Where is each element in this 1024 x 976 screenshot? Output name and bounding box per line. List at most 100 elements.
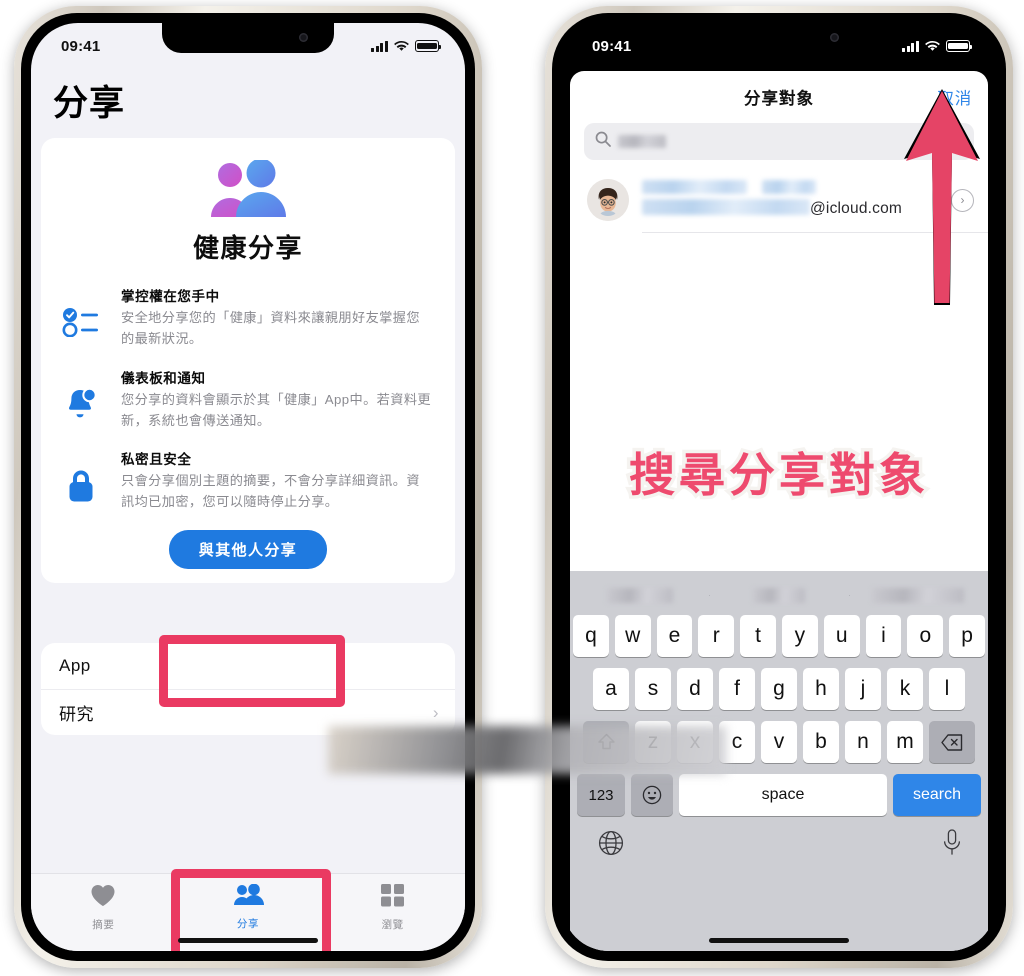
feature-item: 掌控權在您手中 安全地分享您的「健康」資料來讓親朋好友掌握您的最新狀況。 (41, 285, 455, 350)
status-time: 09:41 (61, 37, 101, 55)
search-return-key[interactable]: search (893, 774, 981, 816)
key-b[interactable]: b (803, 721, 839, 763)
key-u[interactable]: u (823, 615, 860, 657)
key-f[interactable]: f (719, 668, 755, 710)
feature-heading: 私密且安全 (121, 452, 192, 468)
list-item-label: 研究 (59, 705, 94, 724)
suggestion-redacted (752, 587, 805, 603)
key-l[interactable]: l (929, 668, 965, 710)
redaction-blur-band (328, 726, 726, 774)
notch (693, 23, 865, 53)
home-indicator (709, 938, 849, 943)
keyboard-row-2: asdfghjkl (570, 668, 988, 710)
settings-list: App 研究 › (41, 643, 455, 735)
suggestion-item[interactable] (709, 587, 848, 603)
front-camera (299, 33, 308, 42)
lock-icon (55, 448, 107, 513)
key-s[interactable]: s (635, 668, 671, 710)
key-y[interactable]: y (782, 615, 818, 657)
left-phone-bezel: 09:41 分享 健康分享 掌控權在您手中 安全地分享您的「健康」資料來讓親朋好… (21, 13, 475, 961)
feature-body: 只會分享個別主題的摘要，不會分享詳細資訊。資訊均已加密，您可以隨時停止分享。 (121, 473, 420, 510)
page-title: 分享 (53, 84, 126, 123)
key-p[interactable]: p (949, 615, 985, 657)
feature-body: 您分享的資料會顯示於其「健康」App中。若資料更新，系統也會傳送通知。 (121, 391, 431, 428)
key-w[interactable]: w (614, 615, 651, 657)
list-item-label: App (59, 656, 91, 675)
key-g[interactable]: g (761, 668, 797, 710)
tab-browse[interactable]: 瀏覽 (320, 884, 465, 932)
tab-label: 分享 (236, 918, 260, 930)
contact-name-redacted-2 (762, 180, 816, 194)
bell-badge-icon (55, 367, 107, 432)
two-people-icon (232, 883, 264, 911)
checklist-icon (55, 285, 107, 350)
key-v[interactable]: v (761, 721, 797, 763)
annotation-text: 搜尋分享對象 (626, 446, 929, 505)
key-d[interactable]: d (677, 668, 713, 710)
hero-people-illustration (41, 160, 455, 220)
search-query-redacted (618, 135, 666, 148)
feature-body: 安全地分享您的「健康」資料來讓親朋好友掌握您的最新狀況。 (121, 310, 420, 346)
status-indicators (371, 40, 441, 52)
tab-label: 摘要 (92, 919, 115, 931)
globe-icon[interactable] (598, 830, 624, 861)
suggestion-bar (570, 575, 988, 615)
suggestion-redacted (872, 587, 965, 603)
health-sharing-card: 健康分享 掌控權在您手中 安全地分享您的「健康」資料來讓親朋好友掌握您的最新狀況… (41, 138, 455, 584)
list-item-app[interactable]: App (41, 643, 455, 689)
grid-icon (380, 884, 405, 912)
feature-item: 儀表板和通知 您分享的資料會顯示於其「健康」App中。若資料更新，系統也會傳送通… (41, 367, 455, 432)
contact-email-domain: @icloud.com (810, 200, 903, 217)
key-a[interactable]: a (593, 668, 629, 710)
tab-summary[interactable]: 摘要 (31, 884, 176, 932)
home-indicator (178, 938, 318, 943)
keyboard-bottom-bar (570, 827, 988, 861)
status-time: 09:41 (592, 37, 632, 55)
key-i[interactable]: i (865, 615, 902, 657)
left-phone-screen: 09:41 分享 健康分享 掌控權在您手中 安全地分享您的「健康」資料來讓親朋好… (31, 23, 465, 951)
heart-icon (90, 884, 116, 912)
feature-heading: 儀表板和通知 (121, 370, 206, 386)
key-k[interactable]: k (887, 668, 923, 710)
wifi-icon (394, 40, 409, 52)
key-t[interactable]: t (740, 615, 776, 657)
key-j[interactable]: j (845, 668, 881, 710)
microphone-icon[interactable] (942, 829, 962, 861)
key-m[interactable]: m (887, 721, 923, 763)
right-phone-bezel: 09:41 分享對象 取消 @icloud.com › 搜尋分享對象 q w e… (552, 13, 1006, 961)
sheet-title: 分享對象 (744, 90, 814, 108)
key-q[interactable]: q (573, 615, 609, 657)
feature-item: 私密且安全 只會分享個別主題的摘要，不會分享詳細資訊。資訊均已加密，您可以隨時停… (41, 448, 455, 513)
cellular-bars-icon (371, 40, 388, 52)
keyboard-row-1: qwertyuiop (570, 615, 988, 657)
key-o[interactable]: o (907, 615, 944, 657)
cellular-bars-icon (902, 40, 919, 52)
share-with-sheet: 分享對象 取消 ✕ (570, 71, 988, 951)
suggestion-redacted (606, 587, 673, 603)
chevron-right-icon: › (432, 702, 439, 722)
key-n[interactable]: n (845, 721, 881, 763)
emoji-key[interactable] (631, 774, 673, 816)
contact-details: @icloud.com (642, 180, 938, 220)
space-key[interactable]: space (679, 774, 887, 816)
suggestion-item[interactable] (570, 587, 709, 603)
battery-icon (415, 40, 441, 52)
left-phone-frame: 09:41 分享 健康分享 掌控權在您手中 安全地分享您的「健康」資料來讓親朋好… (14, 6, 482, 968)
keyboard-row-4: 123 space search (570, 774, 988, 816)
backspace-key[interactable] (929, 721, 975, 763)
share-with-others-button[interactable]: 與其他人分享 (168, 530, 328, 570)
tab-sharing[interactable]: 分享 (176, 883, 321, 931)
key-e[interactable]: e (656, 615, 693, 657)
contact-name-redacted-1 (642, 180, 747, 194)
suggestion-item[interactable] (848, 587, 988, 603)
key-r[interactable]: r (698, 615, 735, 657)
key-h[interactable]: h (803, 668, 839, 710)
feature-heading: 掌控權在您手中 (121, 289, 220, 304)
search-icon (595, 131, 611, 152)
right-phone-frame: 09:41 分享對象 取消 @icloud.com › 搜尋分享對象 q w e… (545, 6, 1013, 968)
status-indicators (902, 40, 972, 52)
memoji-avatar (587, 179, 629, 221)
screenshot-stage: 09:41 分享 健康分享 掌控權在您手中 安全地分享您的「健康」資料來讓親朋好… (0, 0, 1024, 976)
tab-label: 瀏覽 (381, 919, 404, 931)
numbers-key[interactable]: 123 (577, 774, 625, 816)
